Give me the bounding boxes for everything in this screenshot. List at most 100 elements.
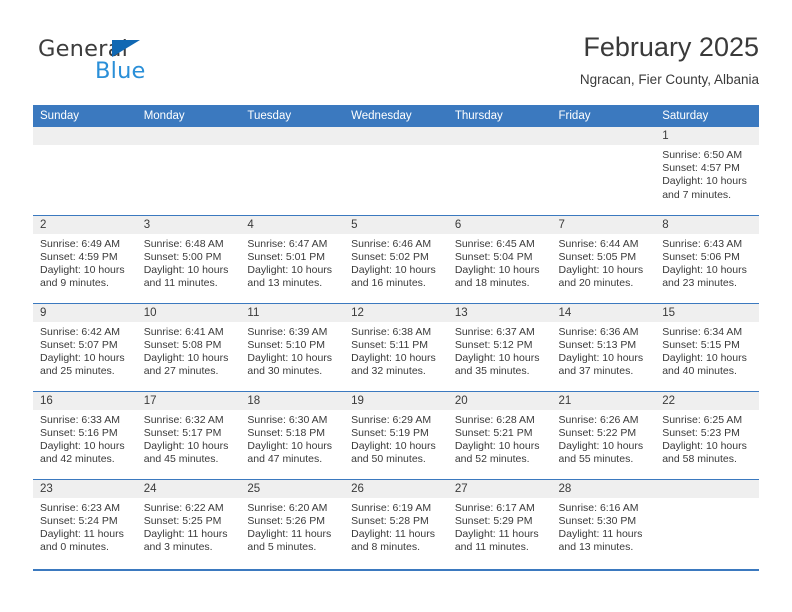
daylight-text-line1: Daylight: 10 hours (143, 263, 229, 276)
sunset-text: Sunset: 5:19 PM (351, 426, 429, 439)
calendar-day-cell[interactable]: 24 Sunrise: 6:22 AM Sunset: 5:25 PM Dayligh… (136, 478, 241, 567)
day-details: Sunrise: 6:39 AM Sunset: 5:10 PM Daylight:… (240, 322, 344, 379)
daylight-text-line1: Daylight: 10 hours (40, 263, 125, 276)
calendar-day-cell[interactable]: 21 Sunrise: 6:26 AM Sunset: 5:22 PM Dayligh… (551, 390, 656, 479)
day-details: Sunrise: 6:33 AM Sunset: 5:16 PM Daylight:… (33, 410, 137, 467)
daylight-text-line1: Daylight: 10 hours (351, 351, 436, 364)
calendar-day-cell[interactable]: 28 Sunrise: 6:16 AM Sunset: 5:30 PM Dayligh… (551, 478, 656, 567)
daylight-text-line1: Daylight: 10 hours (662, 439, 747, 452)
sunrise-text: Sunrise: 6:36 AM (558, 325, 639, 338)
daylight-text-line2: and 18 minutes. (454, 277, 530, 290)
day-number (33, 127, 137, 145)
daylight-text-line1: Daylight: 10 hours (454, 351, 540, 364)
daylight-text-line1: Daylight: 10 hours (40, 351, 125, 364)
calendar-day-cell[interactable]: 15 Sunrise: 6:34 AM Sunset: 5:15 PM Dayligh… (655, 302, 759, 391)
calendar-day-cell[interactable]: 27 Sunrise: 6:17 AM Sunset: 5:29 PM Dayligh… (447, 478, 552, 567)
sunrise-text: Sunrise: 6:28 AM (454, 413, 535, 426)
sunset-text: Sunset: 5:30 PM (558, 514, 637, 527)
daylight-text-line2: and 8 minutes. (351, 541, 420, 554)
calendar-day-cell[interactable]: 3 Sunrise: 6:48 AM Sunset: 5:00 PM Daylight… (136, 214, 241, 303)
calendar-day-cell[interactable]: 9 Sunrise: 6:42 AM Sunset: 5:07 PM Daylight… (33, 302, 137, 391)
daylight-text-line1: Daylight: 10 hours (351, 439, 436, 452)
sunset-text: Sunset: 5:04 PM (454, 250, 533, 263)
daylight-text-line1: Daylight: 10 hours (662, 351, 747, 364)
sunset-text: Sunset: 4:59 PM (40, 250, 118, 263)
calendar-empty-cell (551, 127, 656, 215)
calendar-day-cell[interactable]: 23 Sunrise: 6:23 AM Sunset: 5:24 PM Dayligh… (33, 478, 137, 567)
calendar-day-cell[interactable]: 12 Sunrise: 6:38 AM Sunset: 5:11 PM Dayligh… (344, 302, 448, 391)
daylight-text-line2: and 5 minutes. (247, 541, 317, 554)
general-blue-logo[interactable]: General Blue (38, 36, 218, 92)
daylight-text-line1: Daylight: 10 hours (662, 263, 747, 276)
sunset-text: Sunset: 5:05 PM (558, 250, 637, 263)
sunrise-text: Sunrise: 6:39 AM (247, 325, 328, 338)
calendar-day-cell[interactable]: 7 Sunrise: 6:44 AM Sunset: 5:05 PM Daylight… (551, 214, 656, 303)
sunrise-text: Sunrise: 6:17 AM (454, 501, 535, 514)
day-details: Sunrise: 6:46 AM Sunset: 5:02 PM Daylight:… (344, 234, 448, 291)
weekday-header-monday: Monday (136, 105, 241, 127)
sunset-text: Sunset: 5:10 PM (247, 338, 326, 351)
day-number (551, 127, 656, 145)
sunrise-text: Sunrise: 6:43 AM (662, 237, 743, 250)
calendar-day-cell[interactable]: 13 Sunrise: 6:37 AM Sunset: 5:12 PM Dayligh… (447, 302, 552, 391)
day-cell-content: 19 Sunrise: 6:29 AM Sunset: 5:19 PM Dayligh… (344, 391, 448, 479)
day-cell-content (344, 127, 448, 215)
day-number: 28 (551, 479, 656, 498)
calendar-day-cell[interactable]: 5 Sunrise: 6:46 AM Sunset: 5:02 PM Daylight… (344, 214, 448, 303)
weekday-header-thursday: Thursday (447, 105, 552, 127)
calendar-empty-cell (655, 478, 759, 567)
daylight-text-line1: Daylight: 10 hours (143, 351, 229, 364)
day-cell-content (136, 127, 241, 215)
calendar-day-cell[interactable]: 19 Sunrise: 6:29 AM Sunset: 5:19 PM Dayligh… (344, 390, 448, 479)
calendar-day-cell[interactable]: 2 Sunrise: 6:49 AM Sunset: 4:59 PM Daylight… (33, 214, 137, 303)
sunset-text: Sunset: 5:23 PM (662, 426, 740, 439)
calendar-day-cell[interactable]: 14 Sunrise: 6:36 AM Sunset: 5:13 PM Dayligh… (551, 302, 656, 391)
day-details: Sunrise: 6:23 AM Sunset: 5:24 PM Daylight:… (33, 498, 137, 555)
day-cell-content: 10 Sunrise: 6:41 AM Sunset: 5:08 PM Dayligh… (136, 303, 241, 391)
calendar-day-cell[interactable]: 17 Sunrise: 6:32 AM Sunset: 5:17 PM Dayligh… (136, 390, 241, 479)
sunrise-text: Sunrise: 6:44 AM (558, 237, 639, 250)
calendar-day-cell[interactable]: 10 Sunrise: 6:41 AM Sunset: 5:08 PM Dayligh… (136, 302, 241, 391)
calendar-day-cell[interactable]: 26 Sunrise: 6:19 AM Sunset: 5:28 PM Dayligh… (344, 478, 448, 567)
calendar-day-cell[interactable]: 11 Sunrise: 6:39 AM Sunset: 5:10 PM Dayligh… (240, 302, 345, 391)
sunset-text: Sunset: 5:06 PM (662, 250, 740, 263)
sunset-text: Sunset: 5:21 PM (454, 426, 533, 439)
day-number: 25 (240, 479, 345, 498)
day-cell-content: 4 Sunrise: 6:47 AM Sunset: 5:01 PM Daylight… (240, 215, 345, 303)
calendar-empty-cell (136, 127, 241, 215)
daylight-text-line2: and 58 minutes. (662, 453, 737, 466)
daylight-text-line1: Daylight: 10 hours (558, 263, 644, 276)
calendar-week-row: 9 Sunrise: 6:42 AM Sunset: 5:07 PM Daylight… (33, 302, 759, 391)
calendar-day-cell[interactable]: 6 Sunrise: 6:45 AM Sunset: 5:04 PM Daylight… (447, 214, 552, 303)
sunrise-text: Sunrise: 6:32 AM (143, 413, 224, 426)
day-number (344, 127, 448, 145)
calendar-day-cell[interactable]: 16 Sunrise: 6:33 AM Sunset: 5:16 PM Dayligh… (33, 390, 137, 479)
day-number: 18 (240, 391, 345, 410)
calendar-day-cell[interactable]: 1 Sunrise: 6:50 AM Sunset: 4:57 PM Daylight… (655, 127, 759, 215)
sunrise-text: Sunrise: 6:33 AM (40, 413, 120, 426)
calendar-page: General Blue February 2025 Ngracan, Fier… (0, 0, 792, 612)
day-details: Sunrise: 6:38 AM Sunset: 5:11 PM Daylight:… (344, 322, 448, 379)
day-cell-content: 7 Sunrise: 6:44 AM Sunset: 5:05 PM Daylight… (551, 215, 656, 303)
daylight-text-line1: Daylight: 11 hours (40, 527, 124, 540)
day-number: 12 (344, 303, 448, 322)
day-cell-content: 16 Sunrise: 6:33 AM Sunset: 5:16 PM Dayligh… (33, 391, 137, 479)
sunset-text: Sunset: 5:15 PM (662, 338, 740, 351)
calendar-day-cell[interactable]: 25 Sunrise: 6:20 AM Sunset: 5:26 PM Dayligh… (240, 478, 345, 567)
daylight-text-line1: Daylight: 10 hours (351, 263, 436, 276)
calendar-week-row: 23 Sunrise: 6:23 AM Sunset: 5:24 PM Dayligh… (33, 478, 759, 567)
weekday-header-sunday: Sunday (33, 105, 137, 127)
day-details: Sunrise: 6:50 AM Sunset: 4:57 PM Daylight:… (655, 145, 759, 202)
daylight-text-line1: Daylight: 11 hours (143, 527, 228, 540)
title-block: February 2025 Ngracan, Fier County, Alba… (580, 30, 759, 90)
sunrise-text: Sunrise: 6:42 AM (40, 325, 120, 338)
calendar-day-cell[interactable]: 8 Sunrise: 6:43 AM Sunset: 5:06 PM Daylight… (655, 214, 759, 303)
calendar-day-cell[interactable]: 18 Sunrise: 6:30 AM Sunset: 5:18 PM Dayligh… (240, 390, 345, 479)
calendar-day-cell[interactable]: 4 Sunrise: 6:47 AM Sunset: 5:01 PM Daylight… (240, 214, 345, 303)
weekday-header-wednesday: Wednesday (344, 105, 448, 127)
day-details: Sunrise: 6:22 AM Sunset: 5:25 PM Daylight:… (137, 498, 241, 555)
calendar-day-cell[interactable]: 22 Sunrise: 6:25 AM Sunset: 5:23 PM Dayligh… (655, 390, 759, 479)
logo-text-blue: Blue (95, 58, 146, 84)
day-cell-content: 20 Sunrise: 6:28 AM Sunset: 5:21 PM Dayligh… (447, 391, 552, 479)
calendar-day-cell[interactable]: 20 Sunrise: 6:28 AM Sunset: 5:21 PM Dayligh… (447, 390, 552, 479)
